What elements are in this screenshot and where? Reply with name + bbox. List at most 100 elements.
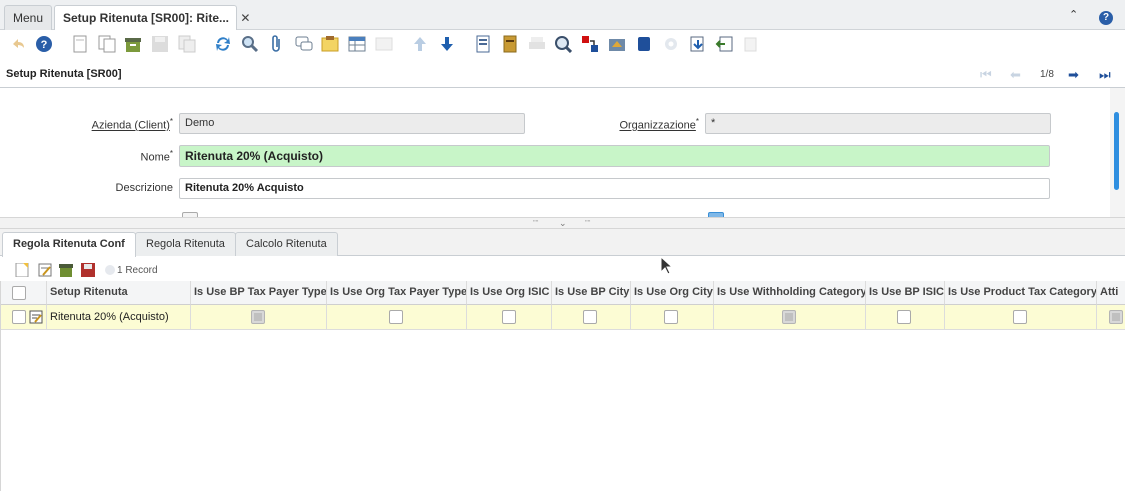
collapse-icon[interactable]: ⌃ <box>1069 8 1078 21</box>
col-header-bp-city[interactable]: Is Use BP City <box>552 281 631 305</box>
col-header-bp-isic[interactable]: Is Use BP ISIC <box>866 281 945 305</box>
grid-toggle-icon[interactable] <box>347 34 367 54</box>
help-icon[interactable]: ? <box>1099 9 1113 25</box>
main-toolbar: ? <box>0 30 1125 58</box>
col-header-setup-ritenuta[interactable]: Setup Ritenuta <box>47 281 191 305</box>
select-all-checkbox[interactable] <box>12 286 26 300</box>
request-icon[interactable] <box>607 34 627 54</box>
detail-tab-bar: Regola Ritenuta Conf Regola Ritenuta Cal… <box>0 229 1125 257</box>
row-selector[interactable] <box>1 305 47 330</box>
col-header-org-tax-payer-type[interactable]: Is Use Org Tax Payer Type <box>327 281 467 305</box>
checkbox[interactable] <box>782 310 796 324</box>
next-record-icon[interactable] <box>437 34 457 54</box>
col-header-bp-tax-payer-type[interactable]: Is Use BP Tax Payer Type <box>191 281 327 305</box>
client-label-text: Azienda (Client) <box>91 119 170 132</box>
col-header-withholding-category[interactable]: Is Use Withholding Category <box>714 281 866 305</box>
col-header-product-tax-category[interactable]: Is Use Product Tax Category <box>945 281 1097 305</box>
form-scrollbar[interactable] <box>1110 88 1125 218</box>
cell-org-city[interactable] <box>631 305 714 330</box>
window-title-row: Setup Ritenuta [SR00] ⏮ ⬅ 1/8 ➡ ⏭ <box>0 62 1125 88</box>
grid-new-icon[interactable] <box>15 262 29 278</box>
close-icon[interactable]: ✕ <box>240 11 250 25</box>
tab-calcolo-ritenuta[interactable]: Calcolo Ritenuta <box>235 232 338 256</box>
splitter-toggle-icon[interactable]: ⌄ <box>559 218 567 229</box>
last-record-icon[interactable]: ⏭ <box>1099 67 1111 83</box>
save-icon <box>150 34 170 54</box>
organization-label-text: Organizzazione <box>619 119 696 132</box>
select-all-header[interactable] <box>1 281 47 305</box>
cell-product-tax-category[interactable] <box>945 305 1097 330</box>
grid-delete-icon[interactable] <box>59 263 73 277</box>
menu-tab[interactable]: Menu <box>4 5 53 30</box>
splitter-handle-right[interactable]: ┈ <box>585 216 590 227</box>
active-workflows-icon[interactable] <box>580 34 600 54</box>
record-position: 1/8 <box>1040 69 1054 80</box>
checkbox[interactable] <box>251 310 265 324</box>
grid-edit-icon[interactable] <box>38 263 52 277</box>
grid-toolbar: 1 Record <box>0 257 1125 283</box>
organization-field: * <box>705 113 1051 134</box>
client-label[interactable]: Azienda (Client)* <box>60 117 173 132</box>
import-icon[interactable] <box>714 34 734 54</box>
find-icon[interactable] <box>240 34 260 54</box>
cell-setup-ritenuta[interactable]: Ritenuta 20% (Acquisto) <box>47 305 191 330</box>
description-label: Descrizione <box>115 182 173 194</box>
first-record-icon: ⏮ <box>980 67 992 82</box>
cell-bp-isic[interactable] <box>866 305 945 330</box>
copy-record-icon[interactable] <box>97 34 117 54</box>
name-input[interactable]: Ritenuta 20% (Acquisto) <box>179 145 1050 167</box>
checkbox[interactable] <box>1013 310 1027 324</box>
cell-bp-city[interactable] <box>552 305 631 330</box>
note-icon[interactable] <box>320 34 340 54</box>
product-info-icon[interactable] <box>634 34 654 54</box>
tab-regola-ritenuta-conf[interactable]: Regola Ritenuta Conf <box>2 232 136 257</box>
name-label: Nome* <box>60 149 173 164</box>
window-tab-setup-ritenuta[interactable]: Setup Ritenuta [SR00]: Rite... ✕ <box>54 5 250 31</box>
cell-org-isic[interactable] <box>467 305 552 330</box>
checkbox[interactable] <box>389 310 403 324</box>
checkbox[interactable] <box>897 310 911 324</box>
print-icon <box>527 34 547 54</box>
menu-tab-label: Menu <box>13 11 44 25</box>
delete-icon[interactable] <box>123 34 143 54</box>
scrollbar-thumb[interactable] <box>1114 112 1119 190</box>
multi-record-icon <box>374 34 394 54</box>
tab-regola-ritenuta[interactable]: Regola Ritenuta <box>135 232 236 256</box>
mouse-cursor-icon <box>660 255 674 279</box>
organization-label[interactable]: Organizzazione* <box>560 117 699 132</box>
help-icon[interactable]: ? <box>34 34 54 54</box>
cell-active[interactable] <box>1097 305 1125 330</box>
col-header-active[interactable]: Atti <box>1097 281 1125 305</box>
col-header-org-isic[interactable]: Is Use Org ISIC <box>467 281 552 305</box>
undo-icon[interactable] <box>8 34 28 54</box>
required-marker: * <box>695 117 699 126</box>
checkbox[interactable] <box>1109 310 1123 324</box>
required-marker: * <box>169 117 173 126</box>
col-header-org-city[interactable]: Is Use Org City <box>631 281 714 305</box>
checkbox[interactable] <box>664 310 678 324</box>
new-record-icon[interactable] <box>70 34 90 54</box>
grid-save-icon[interactable] <box>81 263 95 277</box>
row-edit-icon[interactable] <box>29 310 43 327</box>
report-icon[interactable] <box>473 34 493 54</box>
cell-org-tax-payer-type[interactable] <box>327 305 467 330</box>
next-record-nav-icon[interactable]: ➡ <box>1068 67 1079 83</box>
chat-icon[interactable] <box>294 34 314 54</box>
settings-icon <box>661 34 681 54</box>
checkbox[interactable] <box>502 310 516 324</box>
row-select-checkbox[interactable] <box>12 310 26 324</box>
export-icon[interactable] <box>688 34 708 54</box>
previous-record-icon <box>410 34 430 54</box>
refresh-icon[interactable] <box>213 34 233 54</box>
window-title: Setup Ritenuta [SR00] <box>6 68 122 80</box>
checkbox[interactable] <box>583 310 597 324</box>
splitter-handle-left[interactable]: ┈ <box>533 216 538 227</box>
cell-withholding-category[interactable] <box>714 305 866 330</box>
attachment-icon[interactable] <box>267 34 287 54</box>
panel-splitter[interactable]: ┈ ⌄ ┈ <box>0 216 1125 229</box>
cell-bp-tax-payer-type[interactable] <box>191 305 327 330</box>
archive-icon[interactable] <box>500 34 520 54</box>
description-input[interactable]: Ritenuta 20% Acquisto <box>179 178 1050 199</box>
zoom-across-icon[interactable] <box>553 34 573 54</box>
header-form: Azienda (Client)* Demo Organizzazione* *… <box>0 88 1110 218</box>
